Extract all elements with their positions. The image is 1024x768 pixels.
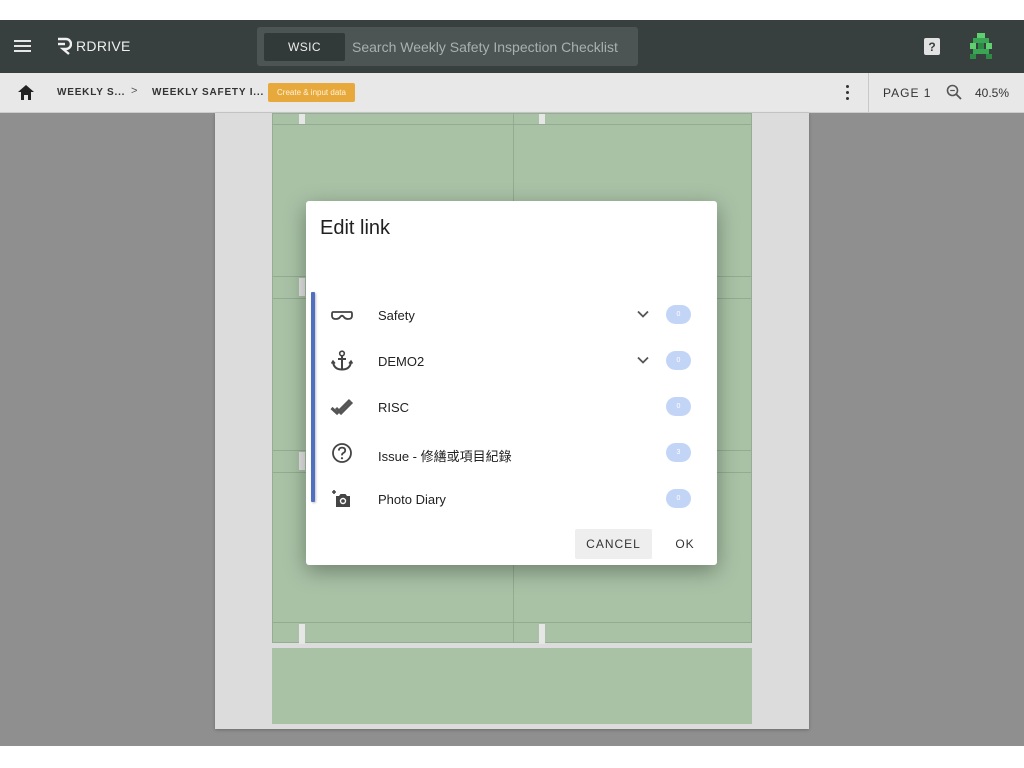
link-item-demo2[interactable]: DEMO2 0	[320, 339, 706, 383]
link-count-badge: 0	[666, 397, 691, 416]
link-item-photo-diary[interactable]: Photo Diary 0	[320, 477, 706, 521]
edit-link-dialog: Edit link Safety 0 DEMO2 0 RISC 0 Issue …	[306, 201, 717, 565]
selection-rail	[311, 292, 315, 502]
ok-button[interactable]: OK	[666, 529, 704, 559]
double-check-icon	[330, 398, 354, 416]
link-item-label: RISC	[378, 400, 410, 415]
goggles-icon	[331, 311, 353, 320]
help-circle-icon	[332, 443, 352, 463]
link-item-label: DEMO2	[378, 354, 425, 369]
anchor-icon	[330, 350, 354, 371]
chevron-down-icon[interactable]	[636, 353, 650, 367]
add-camera-icon	[332, 490, 350, 507]
link-item-label: Photo Diary	[378, 492, 446, 507]
link-count-badge: 3	[666, 443, 691, 462]
dialog-title: Edit link	[320, 217, 391, 239]
link-count-badge: 0	[666, 351, 691, 370]
link-item-risc[interactable]: RISC 0	[320, 385, 706, 429]
link-item-safety[interactable]: Safety 0	[320, 293, 706, 337]
link-count-badge: 0	[666, 305, 691, 324]
link-count-badge: 0	[666, 489, 691, 508]
chevron-down-icon[interactable]	[636, 307, 650, 321]
cancel-button[interactable]: CANCEL	[575, 529, 652, 559]
link-item-label: Safety	[378, 308, 415, 323]
link-item-issue[interactable]: Issue - 修繕或項目紀錄 3	[320, 431, 706, 475]
app-root: RDRIVE WSIC ? WEEKLY S... > WEEKLY SAFET…	[0, 20, 1024, 746]
link-item-label: Issue - 修繕或項目紀錄	[378, 449, 512, 464]
